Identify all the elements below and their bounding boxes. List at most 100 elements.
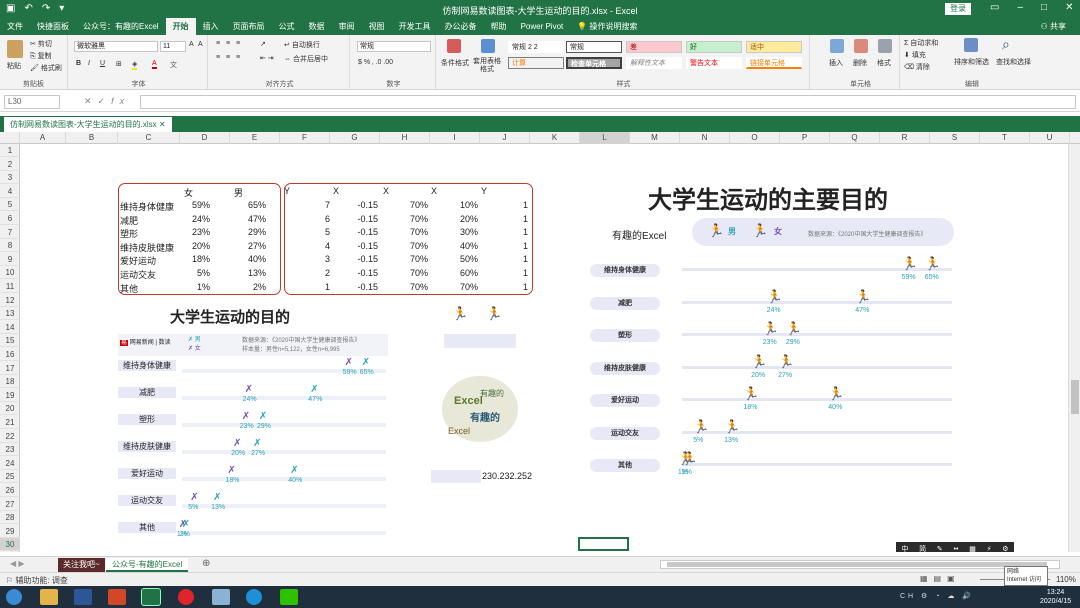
tab-wechat[interactable]: 公众号：有趣的Excel xyxy=(76,18,166,35)
clear-button[interactable]: ⌫ 清除 xyxy=(904,62,930,72)
column-header[interactable]: D xyxy=(180,132,230,144)
t2-cell[interactable]: 1 xyxy=(488,268,528,278)
style-good[interactable]: 好 xyxy=(686,41,742,53)
insert-cells-button[interactable]: 插入 xyxy=(829,58,843,68)
fill-button[interactable]: ⬇ 填充 xyxy=(904,50,926,60)
t1-female-value[interactable]: 18% xyxy=(180,254,210,264)
powerpoint-icon[interactable] xyxy=(108,589,126,605)
sheet-tab-follow[interactable]: 关注我吧~ xyxy=(58,558,105,572)
t1-female-value[interactable]: 23% xyxy=(180,227,210,237)
row-header[interactable]: 30 xyxy=(0,538,20,552)
format-table-icon[interactable] xyxy=(481,39,495,53)
orientation-icon[interactable]: ↗ xyxy=(260,40,266,48)
shrink-font-icon[interactable]: A xyxy=(198,41,203,48)
t2-cell[interactable]: 1 xyxy=(488,214,528,224)
start-button-icon[interactable] xyxy=(6,589,22,605)
copy-button[interactable]: ⎘ 复制 xyxy=(30,51,52,61)
phonetic-icon[interactable]: 文 xyxy=(170,60,177,70)
column-header[interactable]: O xyxy=(730,132,780,144)
t2-cell[interactable]: 50% xyxy=(438,254,478,264)
bold-button[interactable]: B xyxy=(76,60,81,67)
maximize-icon[interactable]: □ xyxy=(1041,2,1047,13)
netease-music-icon[interactable] xyxy=(178,589,194,605)
t2-cell[interactable]: 1 xyxy=(488,241,528,251)
selected-cell[interactable] xyxy=(578,537,629,551)
t1-female-value[interactable]: 59% xyxy=(180,200,210,210)
t2-cell[interactable]: 70% xyxy=(388,282,428,292)
row-header[interactable]: 5 xyxy=(0,198,20,212)
row-header[interactable]: 17 xyxy=(0,362,20,375)
t2-cell[interactable]: 70% xyxy=(388,200,428,210)
t2-cell[interactable]: 70% xyxy=(388,254,428,264)
t2-cell[interactable]: 1 xyxy=(290,282,330,292)
tab-formulas[interactable]: 公式 xyxy=(272,18,302,35)
tab-developer[interactable]: 开发工具 xyxy=(392,18,438,35)
style-warning[interactable]: 警告文本 xyxy=(686,57,742,69)
t2-cell[interactable]: 4 xyxy=(290,241,330,251)
formula-buttons[interactable]: ✕✓fx xyxy=(84,96,130,107)
delete-cells-button[interactable]: 删除 xyxy=(853,58,867,68)
row-header[interactable]: 13 xyxy=(0,307,20,321)
sheet-nav-arrows[interactable]: ◀ ▶ xyxy=(10,559,25,568)
row-header[interactable]: 18 xyxy=(0,375,20,389)
vertical-scrollbar[interactable] xyxy=(1068,144,1080,552)
row-header[interactable]: 25 xyxy=(0,470,20,484)
vertical-scroll-thumb[interactable] xyxy=(1071,380,1079,414)
column-header[interactable]: E xyxy=(230,132,280,144)
column-header[interactable]: H xyxy=(380,132,430,144)
column-header[interactable]: Q xyxy=(830,132,880,144)
tab-help[interactable]: 帮助 xyxy=(484,18,514,35)
row-header[interactable]: 16 xyxy=(0,348,20,361)
t2-cell[interactable]: 5 xyxy=(290,227,330,237)
view-buttons[interactable]: ▦▤▣ xyxy=(920,574,961,583)
t1-male-value[interactable]: 47% xyxy=(236,214,266,224)
tab-power-pivot[interactable]: Power Pivot xyxy=(514,18,571,35)
format-cells-icon[interactable] xyxy=(878,39,892,53)
format-painter-button[interactable]: 🖌 格式刷 xyxy=(30,63,62,73)
delete-cells-icon[interactable] xyxy=(854,39,868,53)
t1-female-value[interactable]: 24% xyxy=(180,214,210,224)
row-header[interactable]: 3 xyxy=(0,171,20,185)
format-table-button[interactable]: 套用表格格式 xyxy=(471,58,503,74)
horizontal-scrollbar[interactable] xyxy=(660,560,1060,569)
autosum-button[interactable]: Σ 自动求和 xyxy=(904,38,938,48)
t1-category[interactable]: 运动交友 xyxy=(120,268,156,281)
t2-cell[interactable]: -0.15 xyxy=(338,282,378,292)
fill-color-icon[interactable]: ◈ xyxy=(132,60,138,70)
column-header[interactable]: A xyxy=(20,132,66,144)
paste-icon[interactable] xyxy=(7,40,23,58)
font-color-icon[interactable]: A xyxy=(152,60,157,69)
row-header[interactable]: 8 xyxy=(0,239,20,253)
row-header[interactable]: 10 xyxy=(0,266,20,280)
style-explanatory[interactable]: 解释性文本 xyxy=(626,57,682,69)
row-header[interactable]: 28 xyxy=(0,511,20,525)
t2-cell[interactable]: -0.15 xyxy=(338,254,378,264)
style-normal[interactable]: 常规 xyxy=(566,41,622,53)
row-header[interactable]: 6 xyxy=(0,212,20,225)
row-header[interactable]: 9 xyxy=(0,253,20,266)
t2-cell[interactable]: 70% xyxy=(438,282,478,292)
t1-male-value[interactable]: 29% xyxy=(236,227,266,237)
column-header[interactable]: F xyxy=(280,132,330,144)
row-header[interactable]: 4 xyxy=(0,185,20,198)
sort-filter-icon[interactable] xyxy=(964,38,978,52)
file-explorer-icon[interactable] xyxy=(40,589,58,605)
style-normal-2-2[interactable]: 常规 2 2 xyxy=(508,41,564,53)
t2-cell[interactable]: 40% xyxy=(438,241,478,251)
tab-file[interactable]: 文件 xyxy=(0,18,30,35)
row-header[interactable]: 14 xyxy=(0,321,20,334)
column-header[interactable]: K xyxy=(530,132,580,144)
t1-category[interactable]: 塑形 xyxy=(120,227,138,240)
style-neutral[interactable]: 适中 xyxy=(746,41,802,53)
row-header[interactable]: 29 xyxy=(0,525,20,538)
close-tab-icon[interactable]: ✕ xyxy=(159,120,166,129)
settings-icon[interactable]: ⚙ xyxy=(1002,545,1008,552)
t1-category[interactable]: 爱好运动 xyxy=(120,254,156,267)
workbook-tab[interactable]: 仿制网易数读图表-大学生运动的目的.xlsx ✕ xyxy=(4,117,172,132)
t2-cell[interactable]: -0.15 xyxy=(338,268,378,278)
style-calculation[interactable]: 计算 xyxy=(508,57,564,69)
paste-button[interactable]: 粘贴 xyxy=(7,61,21,71)
font-name-select[interactable]: 微软雅黑 xyxy=(74,41,158,52)
column-header-selected[interactable]: L xyxy=(580,132,630,144)
column-header[interactable]: M xyxy=(630,132,680,144)
